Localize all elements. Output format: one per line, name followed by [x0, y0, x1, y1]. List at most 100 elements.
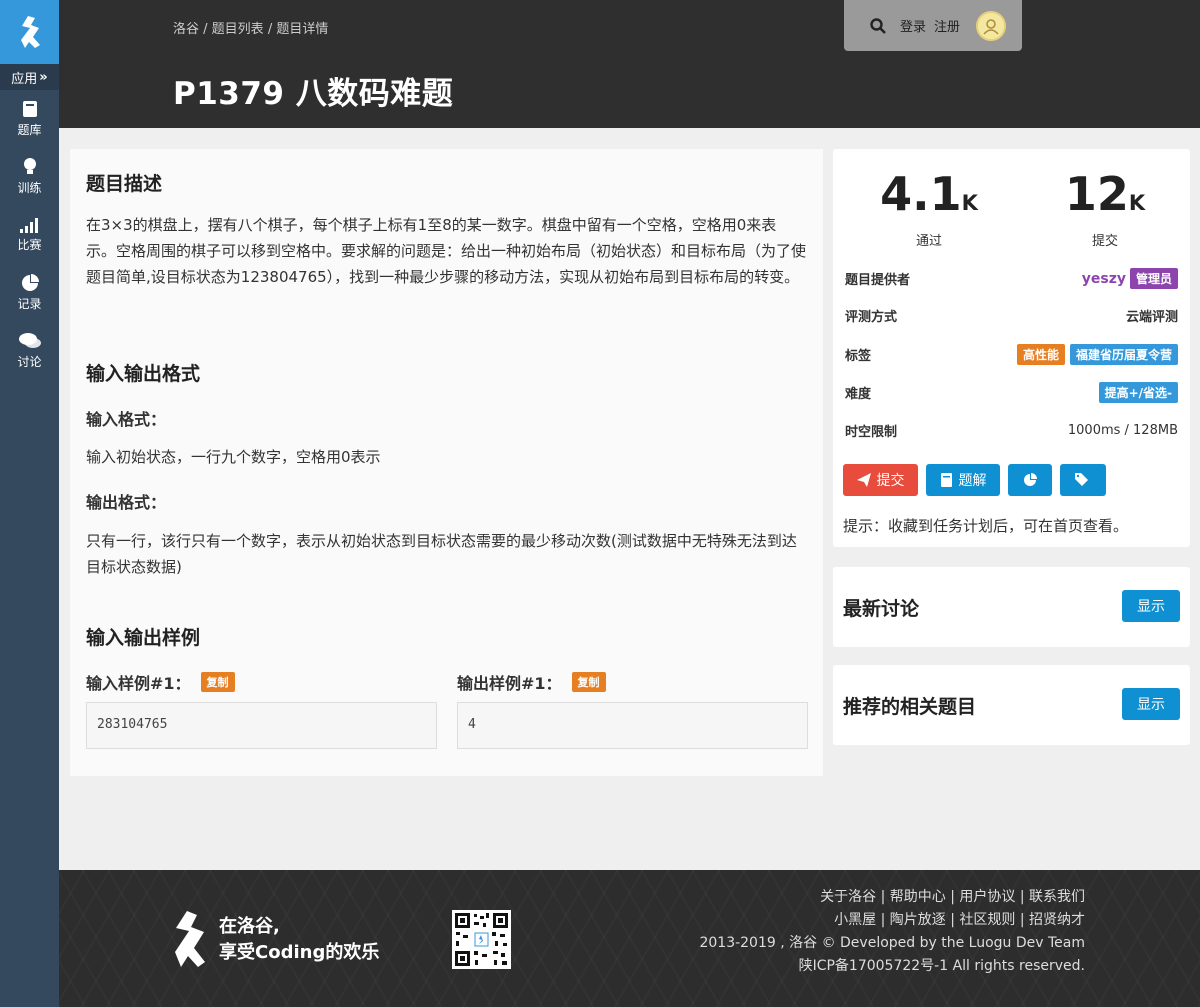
show-discussion-button[interactable]: 显示 — [1122, 590, 1180, 622]
sample-output-box[interactable]: 4 — [457, 702, 808, 749]
apps-toggle[interactable]: 应用 » — [0, 64, 59, 90]
samples-title: 输入输出样例 — [86, 627, 201, 649]
related-problems-card: 推荐的相关题目 显示 — [833, 665, 1190, 745]
slogan-line-1: 在洛谷, — [219, 916, 280, 937]
submit-button[interactable]: 提交 — [843, 464, 918, 496]
paper-plane-icon — [856, 473, 871, 487]
submit-label: 提交 — [1091, 234, 1118, 249]
breadcrumb-home[interactable]: 洛谷 — [173, 22, 199, 37]
tags-label: 标签 — [845, 349, 872, 364]
tag-badge[interactable]: 福建省历届夏令营 — [1069, 344, 1178, 365]
tag-badge[interactable]: 高性能 — [1016, 344, 1065, 365]
pass-stat: 4.1K 通过 — [869, 167, 989, 249]
qr-code — [452, 910, 511, 969]
comments-icon — [18, 333, 41, 348]
footer: 在洛谷, 享受Coding的欢乐 关于洛谷 | 帮助中心 | 用户协议 | 联系… — [59, 870, 1200, 1007]
breadcrumb-separator: / — [199, 22, 212, 37]
judge-value: 云端评测 — [1125, 310, 1178, 325]
limit-label: 时空限制 — [845, 425, 898, 440]
luogu-logo[interactable] — [0, 0, 59, 64]
description-title: 题目描述 — [86, 173, 163, 195]
io-format-title: 输入输出格式 — [86, 363, 201, 385]
footer-links-line-1[interactable]: 关于洛谷 | 帮助中心 | 用户协议 | 联系我们 — [699, 886, 1085, 909]
output-format-label: 输出格式： — [86, 493, 167, 512]
action-buttons: 提交 题解 — [843, 464, 1106, 496]
copy-input-button[interactable]: 复制 — [200, 672, 235, 692]
copy-output-button[interactable]: 复制 — [571, 672, 606, 692]
sidebar-item-discuss[interactable]: 讨论 — [0, 322, 59, 380]
page-title: P1379 八数码难题 — [173, 76, 454, 112]
lightbulb-icon — [23, 158, 36, 174]
provider-role-badge: 管理员 — [1129, 268, 1178, 289]
sidebar-item-label: 讨论 — [17, 355, 42, 369]
sidebar-item-records[interactable]: 记录 — [0, 264, 59, 322]
sidebar-item-label: 题库 — [17, 123, 42, 137]
avatar-icon — [983, 18, 999, 35]
login-link[interactable]: 登录 — [900, 16, 926, 35]
sidebar-item-contest[interactable]: 比赛 — [0, 206, 59, 264]
limit-row: 时空限制 1000ms / 128MB — [845, 421, 1178, 440]
sidebar-item-label: 记录 — [17, 297, 42, 311]
sample-output-header: 输出样例#1： 复制 — [457, 670, 606, 694]
slogan-line-2: 享受Coding的欢乐 — [219, 942, 380, 963]
footer-slogan: 在洛谷, 享受Coding的欢乐 — [219, 914, 379, 966]
sidebar-item-training[interactable]: 训练 — [0, 148, 59, 206]
user-box: 登录 注册 — [844, 0, 1022, 51]
difficulty-badge[interactable]: 提高+/省选- — [1098, 382, 1178, 403]
register-link[interactable]: 注册 — [934, 16, 960, 35]
output-format-text: 只有一行，该行只有一个数字，表示从初始状态到目标状态需要的最少移动次数(测试数据… — [86, 532, 797, 576]
pie-chart-icon — [1024, 473, 1037, 486]
provider-name[interactable]: yeszy — [1082, 271, 1126, 287]
problem-card: 题目描述 在3×3的棋盘上，摆有八个棋子，每个棋子上标有1至8的某一数字。棋盘中… — [70, 149, 823, 776]
submit-button-label: 提交 — [876, 473, 905, 489]
sample-input-box[interactable]: 283104765 — [86, 702, 437, 749]
breadcrumb-problem-list[interactable]: 题目列表 — [212, 22, 264, 37]
sample-input-label: 输入样例#1： — [86, 674, 191, 693]
avatar[interactable] — [976, 10, 1007, 41]
problem-info-card: 4.1K 通过 12K 提交 题目提供者 yeszy 管理员 评测方式 云端评测… — [833, 149, 1190, 547]
page-header: 洛谷 / 题目列表 / 题目详情 P1379 八数码难题 登录 注册 — [59, 0, 1200, 128]
luogu-logo-icon — [20, 16, 40, 48]
sidebar-item-label: 训练 — [17, 181, 42, 195]
breadcrumb: 洛谷 / 题目列表 / 题目详情 — [173, 18, 328, 37]
book-icon — [940, 473, 952, 487]
input-format-text: 输入初始状态，一行九个数字，空格用0表示 — [86, 448, 381, 466]
judge-label: 评测方式 — [845, 310, 898, 325]
related-problems-title: 推荐的相关题目 — [843, 696, 977, 718]
limit-value: 1000ms / 128MB — [1067, 423, 1178, 438]
sample-input-header: 输入样例#1： 复制 — [86, 670, 235, 694]
sidebar: 应用 » 题库 训练 比赛 记录 讨论 — [0, 0, 59, 1007]
tags-icon — [1075, 473, 1088, 486]
solution-button[interactable]: 题解 — [926, 464, 1000, 496]
show-related-button[interactable]: 显示 — [1122, 688, 1180, 720]
submit-stat: 12K 提交 — [1045, 167, 1165, 249]
provider-label: 题目提供者 — [845, 273, 911, 288]
footer-links-line-2[interactable]: 小黑屋 | 陶片放逐 | 社区规则 | 招贤纳才 — [699, 909, 1085, 932]
provider-row: 题目提供者 yeszy 管理员 — [845, 268, 1178, 289]
breadcrumb-current: 题目详情 — [276, 22, 329, 37]
sample-output-label: 输出样例#1： — [457, 674, 562, 693]
pie-chart-icon — [21, 274, 39, 291]
book-icon — [22, 101, 37, 117]
difficulty-label: 难度 — [845, 387, 872, 402]
statistics-button[interactable] — [1008, 464, 1052, 496]
breadcrumb-separator: / — [263, 22, 277, 37]
signal-bars-icon — [19, 218, 38, 233]
pass-label: 通过 — [915, 234, 942, 249]
search-icon[interactable] — [870, 17, 886, 34]
submit-unit: K — [1128, 191, 1146, 215]
sidebar-item-problems[interactable]: 题库 — [0, 90, 59, 148]
solution-button-label: 题解 — [958, 473, 987, 489]
tags-row: 标签 高性能 福建省历届夏令营 — [845, 344, 1178, 365]
description-text: 在3×3的棋盘上，摆有八个棋子，每个棋子上标有1至8的某一数字。棋盘中留有一个空… — [86, 216, 807, 286]
apps-label: 应用 — [11, 71, 38, 87]
qr-code-icon — [455, 913, 508, 966]
luogu-footer-logo-icon — [175, 911, 205, 967]
footer-icp[interactable]: 陕ICP备17005722号-1 All rights reserved. — [699, 955, 1085, 978]
sidebar-item-label: 比赛 — [17, 238, 42, 252]
latest-discussion-title: 最新讨论 — [843, 598, 920, 620]
difficulty-row: 难度 提高+/省选- — [845, 382, 1178, 403]
footer-copyright: 2013-2019 , 洛谷 © Developed by the Luogu … — [699, 935, 1085, 951]
latest-discussion-card: 最新讨论 显示 — [833, 567, 1190, 647]
tags-button[interactable] — [1060, 464, 1106, 496]
